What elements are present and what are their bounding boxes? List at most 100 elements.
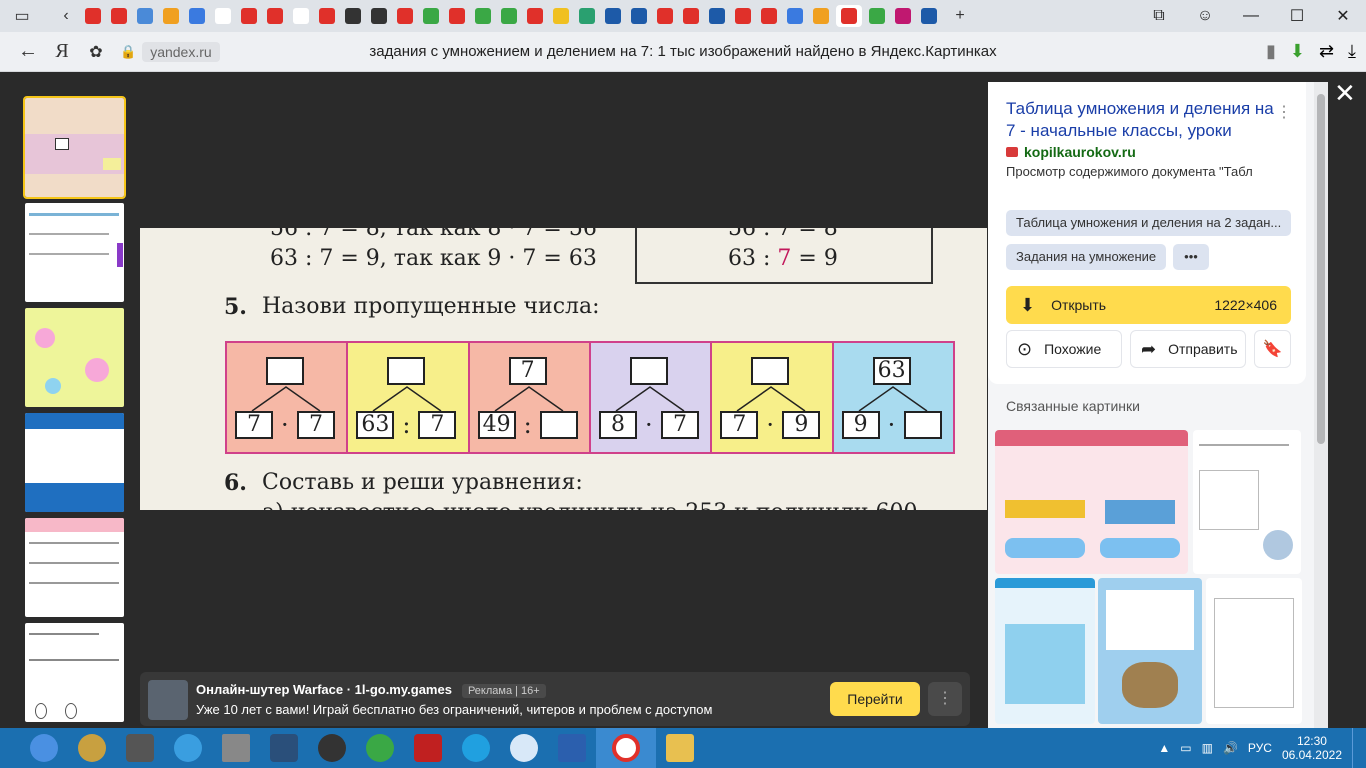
yandex-logo-icon[interactable]: Я — [46, 40, 78, 63]
download-arrow-icon[interactable]: ⬇ — [1290, 41, 1305, 62]
browser-tab[interactable] — [472, 5, 494, 27]
browser-tab[interactable] — [134, 5, 156, 27]
thumbnail-1[interactable] — [23, 96, 126, 199]
scrollbar-thumb[interactable] — [1317, 94, 1325, 444]
browser-tab[interactable] — [264, 5, 286, 27]
browser-tab[interactable] — [186, 5, 208, 27]
doc-app-icon[interactable] — [116, 728, 164, 768]
tag-chip-1[interactable]: Таблица умножения и деления на 2 задан..… — [1006, 210, 1291, 236]
site-link[interactable]: kopilkaurokov.ru — [1006, 144, 1136, 160]
thumbnail-5[interactable] — [25, 518, 124, 617]
language-indicator[interactable]: РУС — [1248, 741, 1272, 755]
browser-tab[interactable] — [680, 5, 702, 27]
downloads-icon[interactable]: ⤓ — [1348, 41, 1356, 62]
vpn-app-icon[interactable] — [500, 728, 548, 768]
translate-icon[interactable]: ⇄ — [1319, 41, 1334, 62]
browser-tab[interactable] — [212, 5, 234, 27]
related-image-3[interactable] — [995, 578, 1095, 724]
show-desktop-button[interactable] — [1352, 728, 1358, 768]
tray-volume-icon[interactable]: 🔊 — [1223, 741, 1238, 755]
thumbnail-2[interactable] — [25, 203, 124, 302]
browser-tab[interactable] — [82, 5, 104, 27]
browser-tab[interactable] — [290, 5, 312, 27]
clock[interactable]: 12:30 06.04.2022 — [1282, 734, 1342, 762]
back-icon[interactable]: ← — [10, 34, 46, 70]
panel-scrollbar[interactable] — [1314, 82, 1328, 728]
word-icon[interactable] — [548, 728, 596, 768]
result-title[interactable]: Таблица умножения и деления на 7 - начал… — [1006, 98, 1276, 142]
close-window-icon[interactable]: ✕ — [1320, 0, 1366, 32]
related-image-5[interactable] — [1206, 578, 1302, 724]
ad-banner[interactable]: Онлайн-шутер Warface · 1l-go.my.games Рек… — [140, 672, 970, 726]
browser-tab[interactable] — [160, 5, 182, 27]
speaker-app-icon[interactable] — [308, 728, 356, 768]
save-collection-button[interactable]: 🔖 — [1254, 330, 1291, 368]
open-button[interactable]: ⬇ Открыть 1222×406 — [1006, 286, 1291, 324]
internet-explorer-icon[interactable] — [164, 728, 212, 768]
minimize-icon[interactable]: — — [1228, 0, 1274, 32]
main-image[interactable]: 56 : 7 = 8, так как 8 · 7 = 56 63 : 7 = … — [140, 228, 987, 510]
browser-tab[interactable] — [892, 5, 914, 27]
screen-app-icon[interactable] — [260, 728, 308, 768]
skype-icon[interactable] — [452, 728, 500, 768]
browser-tab[interactable] — [108, 5, 130, 27]
browser-tab[interactable] — [524, 5, 546, 27]
thumbnail-4[interactable] — [25, 413, 124, 512]
browser-tab[interactable] — [784, 5, 806, 27]
browser-tab[interactable] — [550, 5, 572, 27]
browser-tab[interactable] — [628, 5, 650, 27]
tray-monitor-icon[interactable]: ▭ — [1180, 741, 1191, 755]
thumbnail-6[interactable] — [25, 623, 124, 722]
bookmark-icon[interactable]: ▮ — [1266, 41, 1276, 62]
similar-button[interactable]: ⊙ Похожие — [1006, 330, 1122, 368]
browser-tab[interactable] — [342, 5, 364, 27]
browser-tab[interactable] — [758, 5, 780, 27]
tag-chip-2[interactable]: Задания на умножение — [1006, 244, 1167, 270]
browser-tab[interactable] — [316, 5, 338, 27]
browser-tab[interactable] — [602, 5, 624, 27]
thumbnail-3[interactable] — [25, 308, 124, 407]
yandex-browser-icon[interactable] — [596, 728, 656, 768]
browser-tab[interactable] — [394, 5, 416, 27]
tabs-scroll-left-icon[interactable]: ‹ — [54, 4, 78, 28]
lock-icon[interactable]: 🔒 — [120, 44, 136, 60]
utorrent-icon[interactable] — [356, 728, 404, 768]
browser-tab[interactable] — [576, 5, 598, 27]
domain-label[interactable]: yandex.ru — [142, 41, 220, 62]
page-title[interactable]: задания с умножением и делением на 7: 1 … — [300, 43, 1066, 60]
new-tab-icon[interactable]: + — [948, 4, 972, 28]
close-viewer-icon[interactable]: ✕ — [1334, 78, 1356, 109]
more-options-icon[interactable]: ⋮ — [1276, 102, 1292, 122]
browser-tab[interactable] — [918, 5, 940, 27]
disc-app-icon[interactable] — [68, 728, 116, 768]
more-tags-button[interactable]: ••• — [1173, 244, 1209, 270]
user-icon[interactable]: ☺ — [1182, 0, 1228, 32]
wall-app-icon[interactable] — [212, 728, 260, 768]
collections-icon[interactable]: ⧉ — [1136, 0, 1182, 32]
related-image-2[interactable] — [1193, 430, 1301, 574]
browser-tab[interactable] — [420, 5, 442, 27]
ad-go-button[interactable]: Перейти — [830, 682, 920, 716]
share-button[interactable]: ➦ Отправить — [1130, 330, 1246, 368]
browser-tab[interactable] — [732, 5, 754, 27]
browser-tab[interactable] — [238, 5, 260, 27]
extensions-icon[interactable]: ✿ — [78, 34, 114, 70]
ad-more-icon[interactable]: ⋮ — [928, 682, 962, 716]
tab-list-icon[interactable]: ▭ — [10, 4, 34, 28]
browser-tab[interactable] — [446, 5, 468, 27]
volume-app-icon[interactable] — [20, 728, 68, 768]
browser-tab[interactable] — [836, 5, 862, 27]
related-image-1[interactable] — [995, 430, 1188, 574]
tray-network-icon[interactable]: ▥ — [1202, 741, 1213, 755]
tray-arrow-icon[interactable]: ▲ — [1158, 741, 1170, 755]
maximize-icon[interactable]: ☐ — [1274, 0, 1320, 32]
browser-tab[interactable] — [810, 5, 832, 27]
browser-tab[interactable] — [706, 5, 728, 27]
browser-tab[interactable] — [368, 5, 390, 27]
file-explorer-icon[interactable] — [656, 728, 704, 768]
browser-tab[interactable] — [866, 5, 888, 27]
related-image-4[interactable] — [1098, 578, 1202, 724]
browser-tab[interactable] — [654, 5, 676, 27]
browser-tab[interactable] — [498, 5, 520, 27]
power-app-icon[interactable] — [404, 728, 452, 768]
